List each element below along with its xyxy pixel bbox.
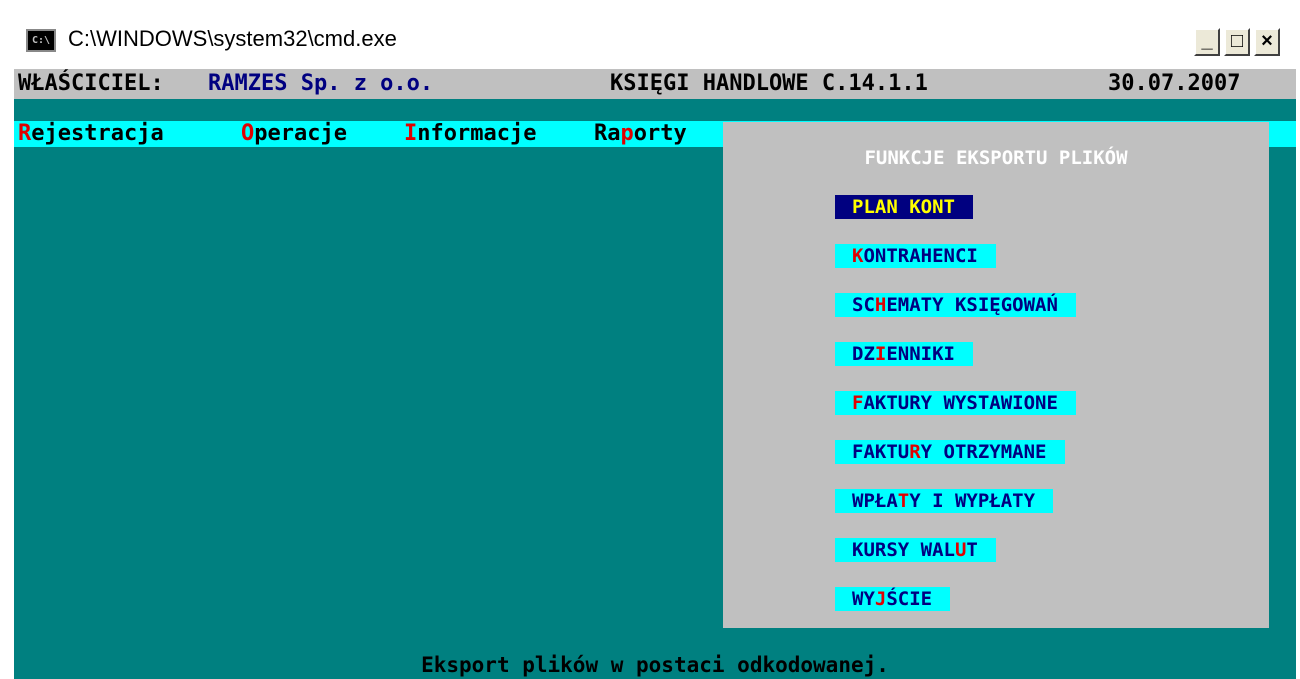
option-label: PLAN KONT xyxy=(852,196,955,218)
option-plan-kont[interactable]: PLAN KONT xyxy=(835,195,973,219)
owner-label: WŁAŚCICIEL: xyxy=(18,71,164,96)
menu-informacje[interactable]: Informacje xyxy=(404,121,536,147)
status-line: Eksport plików w postaci odkodowanej. xyxy=(14,651,1296,679)
option-hotkey: I xyxy=(874,343,887,365)
window-titlebar[interactable]: C:\ C:\WINDOWS\system32\cmd.exe _ □ × xyxy=(10,16,1296,69)
option-label: T xyxy=(966,539,978,561)
option-kontrahenci[interactable]: KONTRAHENCI xyxy=(835,244,996,268)
menu-hotkey: O xyxy=(241,121,255,146)
minimize-button[interactable]: _ xyxy=(1194,28,1220,56)
app-date: 30.07.2007 xyxy=(1108,71,1241,96)
app-header: WŁAŚCICIEL: RAMZES Sp. z o.o. KSIĘGI HAN… xyxy=(14,69,1296,99)
menu-hotkey: I xyxy=(404,121,418,146)
option-label: ONTRAHENCI xyxy=(863,245,978,267)
export-functions-panel: FUNKCJE EKSPORTU PLIKÓW PLAN KONT KONTRA… xyxy=(723,122,1269,628)
option-label: WY xyxy=(852,588,875,610)
option-hotkey: H xyxy=(874,294,887,316)
option-label: SC xyxy=(852,294,875,316)
menu-hotkey: p xyxy=(620,121,634,146)
option-hotkey: J xyxy=(874,588,887,610)
option-label: EMATY KSIĘGOWAŃ xyxy=(886,294,1058,316)
panel-title: FUNKCJE EKSPORTU PLIKÓW xyxy=(864,147,1128,169)
option-label: Y I WYPŁATY xyxy=(909,490,1036,512)
option-kursy-walut[interactable]: KURSY WALUT xyxy=(835,538,996,562)
option-label: FAKTU xyxy=(852,441,910,463)
console-screen: WŁAŚCICIEL: RAMZES Sp. z o.o. KSIĘGI HAN… xyxy=(14,69,1296,679)
maximize-button[interactable]: □ xyxy=(1224,28,1250,56)
option-wplaty-i-wyplaty[interactable]: WPŁATY I WYPŁATY xyxy=(835,489,1054,513)
option-label: DZ xyxy=(852,343,875,365)
option-schematy-ksiegowan[interactable]: SCHEMATY KSIĘGOWAŃ xyxy=(835,293,1076,317)
option-label: AKTURY WYSTAWIONE xyxy=(863,392,1058,414)
console-app-icon[interactable]: C:\ xyxy=(26,29,56,52)
menu-label: orty xyxy=(633,121,687,146)
option-label: WPŁA xyxy=(852,490,898,512)
window-title: C:\WINDOWS\system32\cmd.exe xyxy=(68,26,397,51)
menu-label: Ra xyxy=(594,121,621,146)
menu-label: nformacje xyxy=(417,121,537,146)
option-label: ENNIKI xyxy=(886,343,955,365)
owner-name: RAMZES Sp. z o.o. xyxy=(208,71,434,96)
close-button[interactable]: × xyxy=(1254,28,1280,56)
menu-hotkey: R xyxy=(18,121,32,146)
option-wyjscie[interactable]: WYJŚCIE xyxy=(835,587,951,611)
option-hotkey: T xyxy=(897,490,910,512)
option-hotkey: R xyxy=(909,441,921,463)
menu-operacje[interactable]: Operacje xyxy=(241,121,347,147)
option-label: KURSY WAL xyxy=(852,539,955,561)
menu-label: peracje xyxy=(254,121,347,146)
option-faktury-wystawione[interactable]: FAKTURY WYSTAWIONE xyxy=(835,391,1076,415)
option-label: Y OTRZYMANE xyxy=(920,441,1047,463)
menu-label: ejestracja xyxy=(31,121,164,146)
option-faktury-otrzymane[interactable]: FAKTURY OTRZYMANE xyxy=(835,440,1065,464)
option-hotkey: F xyxy=(852,392,864,414)
menu-raporty[interactable]: Raporty xyxy=(594,121,687,147)
option-hotkey: U xyxy=(954,539,967,561)
app-name: KSIĘGI HANDLOWE C.14.1.1 xyxy=(610,71,928,96)
option-dzienniki[interactable]: DZIENNIKI xyxy=(835,342,973,366)
option-label: ŚCIE xyxy=(886,588,933,610)
menu-rejestracja[interactable]: Rejestracja xyxy=(18,121,164,147)
option-hotkey: K xyxy=(852,245,864,267)
